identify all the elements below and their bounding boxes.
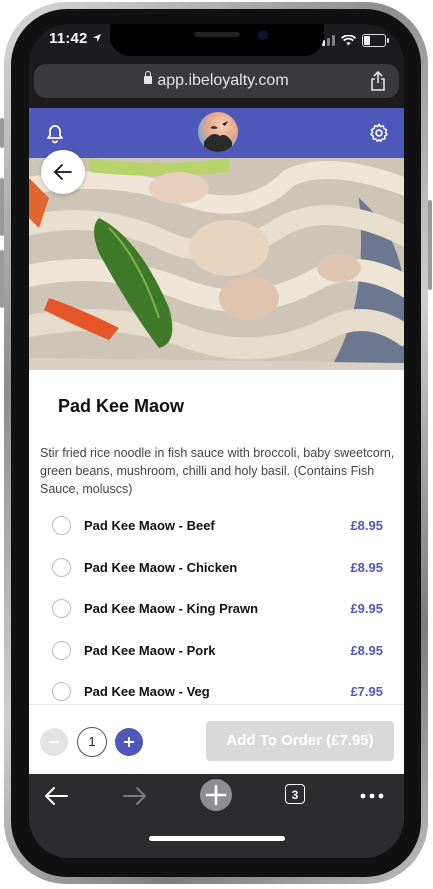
option-name: Pad Kee Maow - Pork (84, 643, 216, 658)
option-name: Pad Kee Maow - Veg (84, 684, 210, 699)
screen: 11:42 app.ibeloyalty.com Pad Kee Maow St… (29, 24, 404, 858)
logo-graphic (204, 121, 232, 152)
add-to-order-button[interactable]: Add To Order (£7.95) (206, 721, 394, 761)
tabs-button[interactable]: 3 (285, 784, 305, 804)
notch (110, 24, 324, 56)
silent-switch (0, 118, 4, 148)
dish-photo (29, 158, 404, 370)
option-price: £8.95 (350, 518, 383, 533)
back-button[interactable] (41, 150, 85, 194)
status-time: 11:42 (49, 30, 102, 47)
volume-up-button (0, 178, 4, 236)
dish-title: Pad Kee Maow (58, 396, 185, 416)
option-name: Pad Kee Maow - Chicken (84, 560, 238, 575)
order-bar: 1 Add To Order (£7.95) (29, 704, 404, 775)
wifi-icon (341, 35, 356, 46)
dish-details: Pad Kee Maow Stir fried rice noodle in f… (29, 370, 404, 704)
browser-back-icon[interactable] (41, 783, 71, 809)
option-name: Pad Kee Maow - Beef (84, 518, 215, 533)
option-price: £7.95 (350, 684, 383, 699)
restaurant-logo[interactable] (198, 112, 238, 152)
quantity-value: 1 (77, 727, 107, 757)
address-bar[interactable]: app.ibeloyalty.com (34, 64, 399, 98)
browser-toolbar: 3 (29, 774, 404, 858)
app-header (29, 108, 404, 158)
bell-icon[interactable] (43, 121, 67, 145)
decrease-quantity-button[interactable] (40, 728, 68, 756)
url-text: app.ibeloyalty.com (157, 72, 289, 89)
time-text: 11:42 (49, 30, 88, 47)
new-tab-icon[interactable] (199, 778, 233, 812)
lock-icon (144, 71, 153, 84)
option-price: £8.95 (350, 560, 383, 575)
gear-icon[interactable] (368, 122, 390, 144)
status-icons (317, 34, 389, 47)
arrow-left-icon (54, 164, 72, 180)
radio-button[interactable] (52, 682, 71, 701)
dish-description: Stir fried rice noodle in fish sauce wit… (40, 446, 395, 496)
volume-down-button (0, 250, 4, 308)
radio-button[interactable] (52, 516, 71, 535)
radio-button[interactable] (52, 558, 71, 577)
home-indicator (149, 836, 285, 841)
option-pork[interactable]: Pad Kee Maow - Pork £8.95 (29, 630, 404, 672)
option-name: Pad Kee Maow - King Prawn (84, 601, 259, 616)
option-price: £8.95 (350, 643, 383, 658)
speaker (194, 32, 240, 37)
option-king-prawn[interactable]: Pad Kee Maow - King Prawn £9.95 (29, 588, 404, 630)
location-arrow-icon (92, 34, 101, 42)
option-price: £9.95 (350, 601, 383, 616)
share-icon[interactable] (369, 71, 387, 91)
battery-icon (362, 34, 389, 47)
option-chicken[interactable]: Pad Kee Maow - Chicken £8.95 (29, 547, 404, 589)
front-camera (258, 30, 268, 40)
url-display[interactable]: app.ibeloyalty.com (34, 71, 399, 90)
power-button (428, 200, 432, 290)
browser-forward-icon[interactable] (120, 783, 150, 809)
radio-button[interactable] (52, 599, 71, 618)
dish-photo-illustration (29, 158, 404, 370)
more-icon[interactable] (357, 783, 387, 809)
radio-button[interactable] (52, 641, 71, 660)
option-beef[interactable]: Pad Kee Maow - Beef £8.95 (29, 505, 404, 547)
increase-quantity-button[interactable] (115, 728, 143, 756)
